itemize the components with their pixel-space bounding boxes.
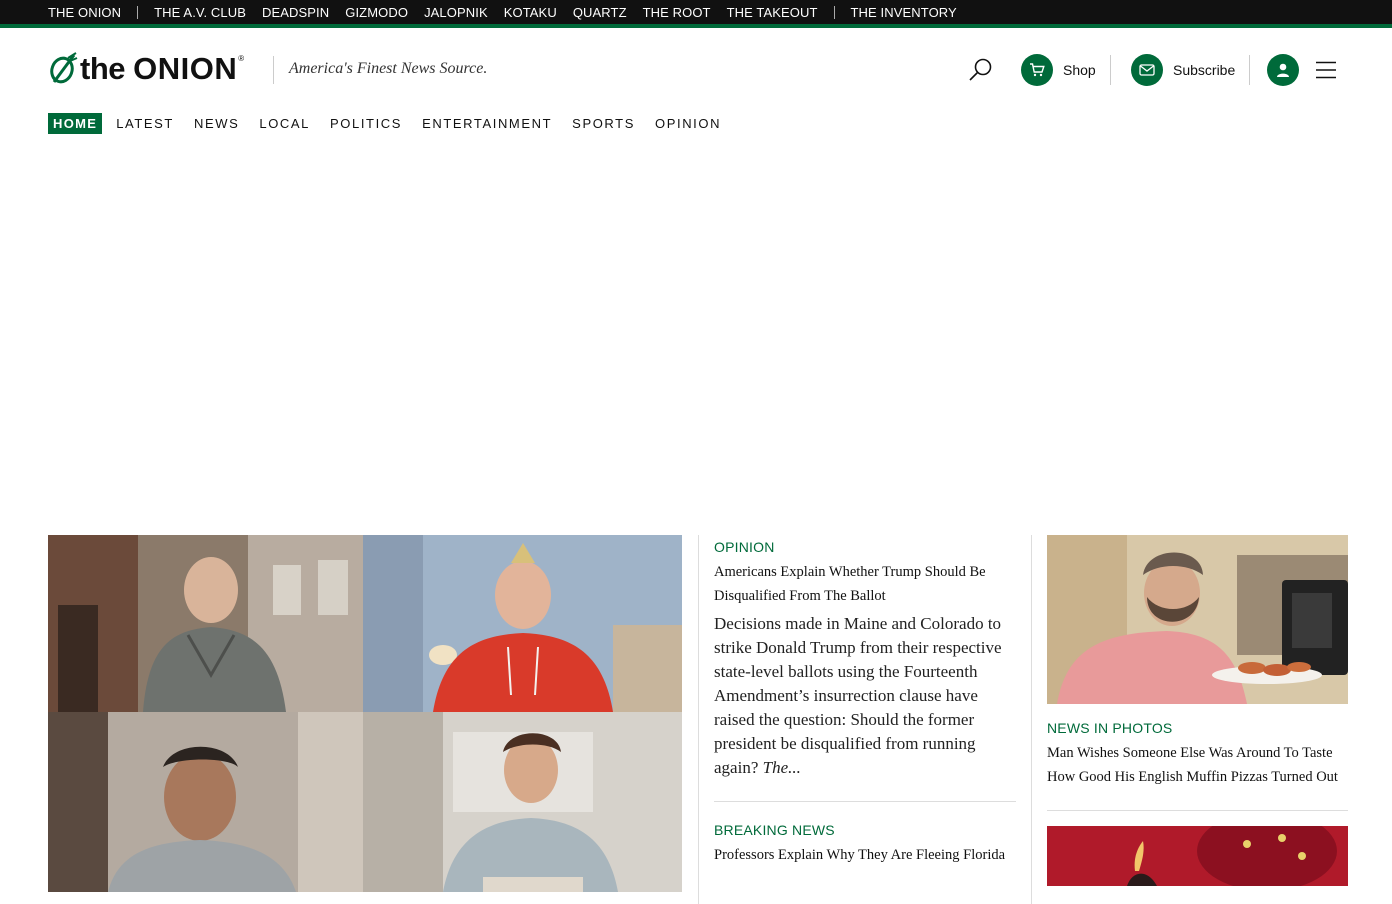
site-logo[interactable]: the ONION ® bbox=[48, 52, 244, 84]
feature-story: OPINION Americans Explain Whether Trump … bbox=[714, 535, 1016, 867]
network-link-av-club[interactable]: THE A.V. CLUB bbox=[154, 5, 246, 20]
feature-kicker[interactable]: OPINION bbox=[714, 539, 1016, 557]
portrait-man-red-hoodie bbox=[363, 535, 682, 712]
network-link-quartz[interactable]: QUARTZ bbox=[573, 5, 627, 20]
registered-mark: ® bbox=[238, 54, 245, 63]
nav-home[interactable]: HOME bbox=[48, 112, 103, 134]
network-link-the-root[interactable]: THE ROOT bbox=[643, 5, 711, 20]
header-divider bbox=[1249, 55, 1250, 85]
cart-icon bbox=[1030, 63, 1045, 77]
photo-next-story[interactable] bbox=[1047, 826, 1348, 886]
shop-label: Shop bbox=[1063, 62, 1096, 78]
logo-onion: ONION bbox=[133, 50, 238, 86]
feature-headline[interactable]: Americans Explain Whether Trump Should B… bbox=[714, 560, 1016, 608]
network-link-the-onion[interactable]: THE ONION bbox=[48, 5, 121, 20]
network-link-the-inventory[interactable]: THE INVENTORY bbox=[851, 5, 957, 20]
breaking-headline[interactable]: Professors Explain Why They Are Fleeing … bbox=[714, 843, 1016, 867]
network-link-kotaku[interactable]: KOTAKU bbox=[504, 5, 557, 20]
story-divider bbox=[714, 801, 1016, 802]
breaking-kicker[interactable]: BREAKING NEWS bbox=[714, 822, 1016, 840]
menu-button[interactable] bbox=[1316, 53, 1336, 87]
network-divider bbox=[137, 5, 139, 19]
shop-icon-circle bbox=[1021, 54, 1053, 86]
site-tagline: America's Finest News Source. bbox=[289, 60, 488, 77]
photos-headline[interactable]: Man Wishes Someone Else Was Around To Ta… bbox=[1047, 741, 1348, 789]
shop-button[interactable]: Shop bbox=[1021, 53, 1096, 87]
logo-the: the bbox=[80, 50, 126, 86]
subscribe-button[interactable]: Subscribe bbox=[1131, 53, 1235, 87]
nav-news[interactable]: NEWS bbox=[194, 116, 239, 131]
nav-latest[interactable]: LATEST bbox=[116, 116, 174, 131]
network-link-jalopnik[interactable]: JALOPNIK bbox=[424, 5, 488, 20]
feature-dek-text: Decisions made in Maine and Colorado to … bbox=[714, 614, 1002, 777]
subscribe-icon-circle bbox=[1131, 54, 1163, 86]
feature-image-collage[interactable] bbox=[48, 535, 682, 892]
feature-dek: Decisions made in Maine and Colorado to … bbox=[714, 612, 1016, 780]
nav-sports[interactable]: SPORTS bbox=[572, 116, 635, 131]
story-divider bbox=[1047, 810, 1348, 811]
section-nav: HOME LATEST NEWS LOCAL POLITICS ENTERTAI… bbox=[48, 112, 741, 134]
network-bar: THE ONION THE A.V. CLUB DEADSPIN GIZMODO… bbox=[0, 0, 1392, 28]
column-divider bbox=[698, 535, 699, 904]
account-button[interactable] bbox=[1267, 53, 1299, 87]
logo-wordmark: the ONION bbox=[80, 53, 237, 84]
search-icon bbox=[969, 58, 992, 81]
site-header: the ONION ® America's Finest News Source… bbox=[0, 28, 1392, 112]
portrait-man-checked-shirt bbox=[363, 712, 682, 892]
hamburger-menu-icon bbox=[1316, 61, 1336, 79]
account-icon-circle bbox=[1267, 54, 1299, 86]
subscribe-label: Subscribe bbox=[1173, 62, 1236, 78]
header-divider bbox=[1110, 55, 1111, 85]
nav-entertainment[interactable]: ENTERTAINMENT bbox=[422, 116, 552, 131]
envelope-icon bbox=[1139, 64, 1155, 76]
network-link-the-takeout[interactable]: THE TAKEOUT bbox=[727, 5, 818, 20]
column-divider bbox=[1031, 535, 1032, 904]
photos-kicker[interactable]: NEWS IN PHOTOS bbox=[1047, 720, 1348, 738]
feature-dek-more[interactable]: The... bbox=[763, 758, 801, 777]
portrait-man-gray-shirt bbox=[48, 712, 363, 892]
onion-logo-icon bbox=[50, 52, 78, 84]
photo-man-muffin-pizzas[interactable] bbox=[1047, 535, 1348, 704]
network-divider bbox=[833, 5, 835, 19]
portrait-man-gray-hoodie bbox=[48, 535, 363, 712]
nav-local[interactable]: LOCAL bbox=[259, 116, 310, 131]
user-icon bbox=[1277, 63, 1289, 77]
search-button[interactable] bbox=[966, 53, 996, 87]
photo-stories: NEWS IN PHOTOS Man Wishes Someone Else W… bbox=[1047, 535, 1348, 886]
nav-opinion[interactable]: OPINION bbox=[655, 116, 721, 131]
network-link-gizmodo[interactable]: GIZMODO bbox=[345, 5, 408, 20]
network-links: THE ONION THE A.V. CLUB DEADSPIN GIZMODO… bbox=[48, 0, 957, 24]
network-link-deadspin[interactable]: DEADSPIN bbox=[262, 5, 329, 20]
nav-politics[interactable]: POLITICS bbox=[330, 116, 402, 131]
header-divider bbox=[273, 56, 274, 84]
